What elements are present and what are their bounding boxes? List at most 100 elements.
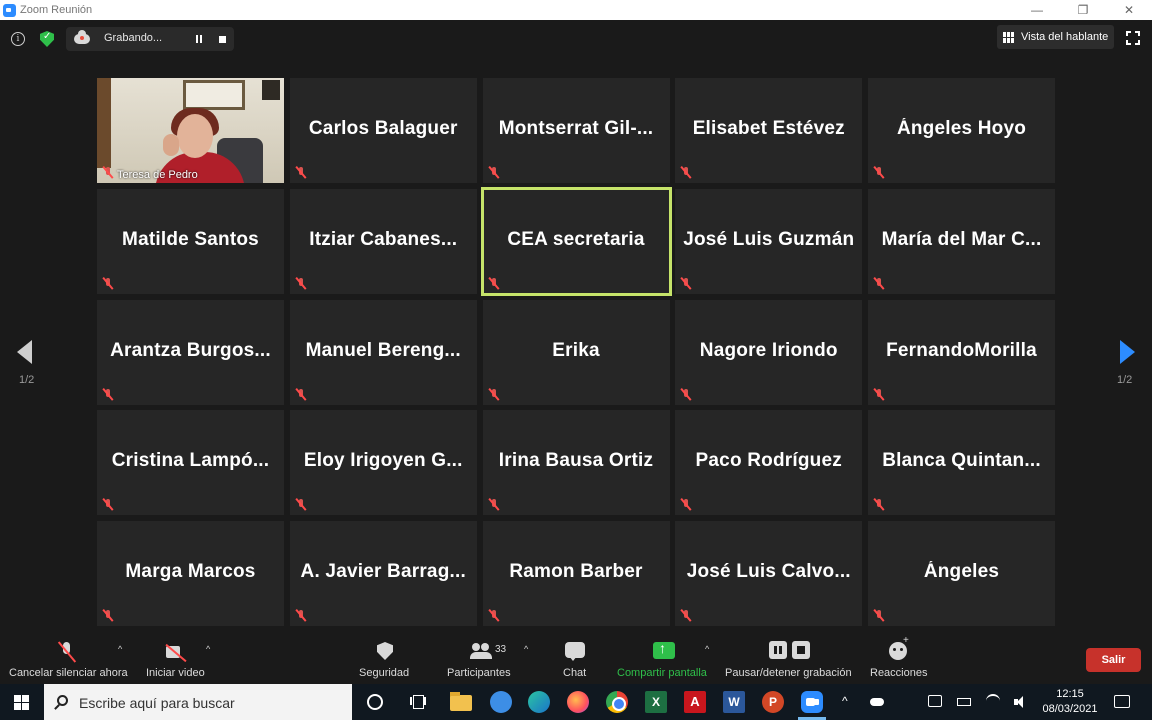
participant-tile[interactable]: Matilde Santos <box>97 188 284 294</box>
unmute-button[interactable]: ^ Cancelar silenciar ahora <box>0 630 134 684</box>
taskbar-search-box[interactable]: Escribe aquí para buscar <box>44 684 352 720</box>
participant-name: Ángeles <box>923 561 1000 582</box>
restore-button[interactable]: ❐ <box>1060 0 1106 20</box>
zoom-logo-icon <box>3 3 16 17</box>
participant-tile[interactable]: María del Mar C... <box>868 188 1055 294</box>
muted-mic-icon <box>681 610 691 622</box>
pause-recording-icon <box>769 641 787 659</box>
participants-options-caret[interactable]: ^ <box>524 644 528 654</box>
wifi-icon[interactable] <box>986 694 1000 708</box>
recording-indicator: Grabando... <box>66 27 234 51</box>
muted-mic-icon <box>103 167 113 179</box>
chat-button[interactable]: Chat <box>555 630 595 684</box>
share-options-caret[interactable]: ^ <box>705 644 709 654</box>
participant-tile[interactable]: Blanca Quintan... <box>868 410 1055 516</box>
participant-tile[interactable]: Arantza Burgos... <box>97 299 284 405</box>
recording-control-button[interactable]: Pausar/detener grabación <box>723 630 858 684</box>
participant-tile[interactable]: Marga Marcos <box>97 521 284 626</box>
windows-start-icon[interactable] <box>14 695 29 710</box>
stop-recording-icon[interactable] <box>219 36 226 43</box>
start-video-button[interactable]: ^ Iniciar video <box>140 630 220 684</box>
firefox-icon[interactable] <box>567 691 589 713</box>
app-icon[interactable] <box>490 691 512 713</box>
participant-tile[interactable]: Irina Bausa Ortiz <box>482 410 670 516</box>
edge-browser-icon[interactable] <box>528 691 550 713</box>
minimize-button[interactable]: — <box>1014 0 1060 20</box>
word-icon[interactable]: W <box>723 691 745 713</box>
participant-tile[interactable]: Teresa de Pedro <box>97 78 284 183</box>
info-icon[interactable]: i <box>11 32 25 46</box>
muted-mic-icon <box>60 642 72 662</box>
muted-mic-icon <box>103 277 113 290</box>
video-options-caret[interactable]: ^ <box>206 644 210 654</box>
windows-taskbar: Escribe aquí para buscar X A W P ^ 12:15… <box>0 684 1152 720</box>
participant-tile[interactable]: Ángeles Hoyo <box>868 78 1055 183</box>
chrome-icon[interactable] <box>606 691 628 713</box>
view-grid-icon <box>1003 31 1016 43</box>
show-hidden-icons-caret[interactable]: ^ <box>842 694 848 720</box>
participant-tile[interactable]: Itziar Cabanes... <box>289 188 477 294</box>
leave-meeting-button[interactable]: Salir <box>1086 648 1141 672</box>
tray-app-icon[interactable] <box>928 695 942 707</box>
previous-page-arrow-icon[interactable] <box>17 340 32 364</box>
share-screen-icon <box>653 640 675 659</box>
cortana-icon[interactable] <box>367 694 383 710</box>
participant-tile[interactable]: FernandoMorilla <box>868 299 1055 405</box>
battery-icon[interactable] <box>957 698 971 706</box>
pause-recording-icon[interactable] <box>194 34 204 44</box>
participant-tile[interactable]: Ángeles <box>868 521 1055 626</box>
excel-icon[interactable]: X <box>645 691 667 713</box>
share-screen-label: Compartir pantalla <box>617 667 707 679</box>
share-screen-button[interactable]: ^ Compartir pantalla <box>615 630 715 684</box>
participant-tile[interactable]: A. Javier Barrag... <box>289 521 477 626</box>
muted-mic-icon <box>489 167 499 179</box>
participant-tile[interactable]: Elisabet Estévez <box>675 78 863 183</box>
security-button[interactable]: Seguridad <box>355 630 415 684</box>
participant-name: Itziar Cabanes... <box>309 228 458 250</box>
participant-tile[interactable]: Eloy Irigoyen G... <box>289 410 477 516</box>
speaker-view-button[interactable]: Vista del hablante <box>997 25 1114 49</box>
muted-mic-icon <box>874 499 884 511</box>
powerpoint-icon[interactable]: P <box>762 691 784 713</box>
participants-button[interactable]: 33 ^ Participantes <box>445 630 535 684</box>
page-indicator-right: 1/2 <box>1117 374 1133 386</box>
reactions-button[interactable]: Reacciones <box>866 630 928 684</box>
participant-name: Paco Rodríguez <box>695 450 842 472</box>
muted-mic-icon <box>103 610 113 622</box>
volume-icon[interactable] <box>1014 696 1026 708</box>
notifications-icon[interactable] <box>1114 695 1130 708</box>
audio-options-caret[interactable]: ^ <box>118 644 122 654</box>
participant-tile[interactable]: José Luis Guzmán <box>675 188 863 294</box>
acrobat-icon[interactable]: A <box>684 691 706 713</box>
reactions-icon <box>889 635 909 660</box>
participant-tile[interactable]: Ramon Barber <box>482 521 670 626</box>
recording-control-label: Pausar/detener grabación <box>725 667 852 679</box>
taskbar-clock[interactable]: 12:15 08/03/2021 <box>1040 687 1100 717</box>
security-shield-icon <box>377 642 393 660</box>
participant-tile[interactable]: Erika <box>482 299 670 405</box>
participant-tile[interactable]: Manuel Bereng... <box>289 299 477 405</box>
chat-label: Chat <box>563 667 587 679</box>
zoom-taskbar-icon[interactable] <box>801 691 823 713</box>
encryption-shield-icon[interactable] <box>40 31 54 47</box>
participant-tile[interactable]: Montserrat Gil-... <box>482 78 670 183</box>
speaker-view-label: Vista del hablante <box>1021 31 1109 43</box>
muted-mic-icon <box>296 277 306 290</box>
muted-mic-icon <box>296 610 306 622</box>
participant-tile[interactable]: CEA secretaria <box>480 186 672 296</box>
close-button[interactable]: ✕ <box>1106 0 1152 20</box>
participant-tile[interactable]: Cristina Lampó... <box>97 410 284 516</box>
file-explorer-icon[interactable] <box>450 692 472 711</box>
muted-mic-icon <box>681 167 691 179</box>
participant-tile[interactable]: Carlos Balaguer <box>289 78 477 183</box>
onedrive-icon[interactable] <box>870 698 884 706</box>
participant-tile[interactable]: Paco Rodríguez <box>675 410 863 516</box>
muted-mic-icon <box>681 277 691 290</box>
task-view-icon[interactable] <box>410 694 426 710</box>
muted-mic-icon <box>489 610 499 622</box>
participant-tile[interactable]: José Luis Calvo... <box>675 521 863 626</box>
participant-tile[interactable]: Nagore Iriondo <box>675 299 863 405</box>
muted-mic-icon <box>489 277 499 290</box>
next-page-arrow-icon[interactable] <box>1120 340 1135 364</box>
fullscreen-icon[interactable] <box>1126 31 1140 45</box>
